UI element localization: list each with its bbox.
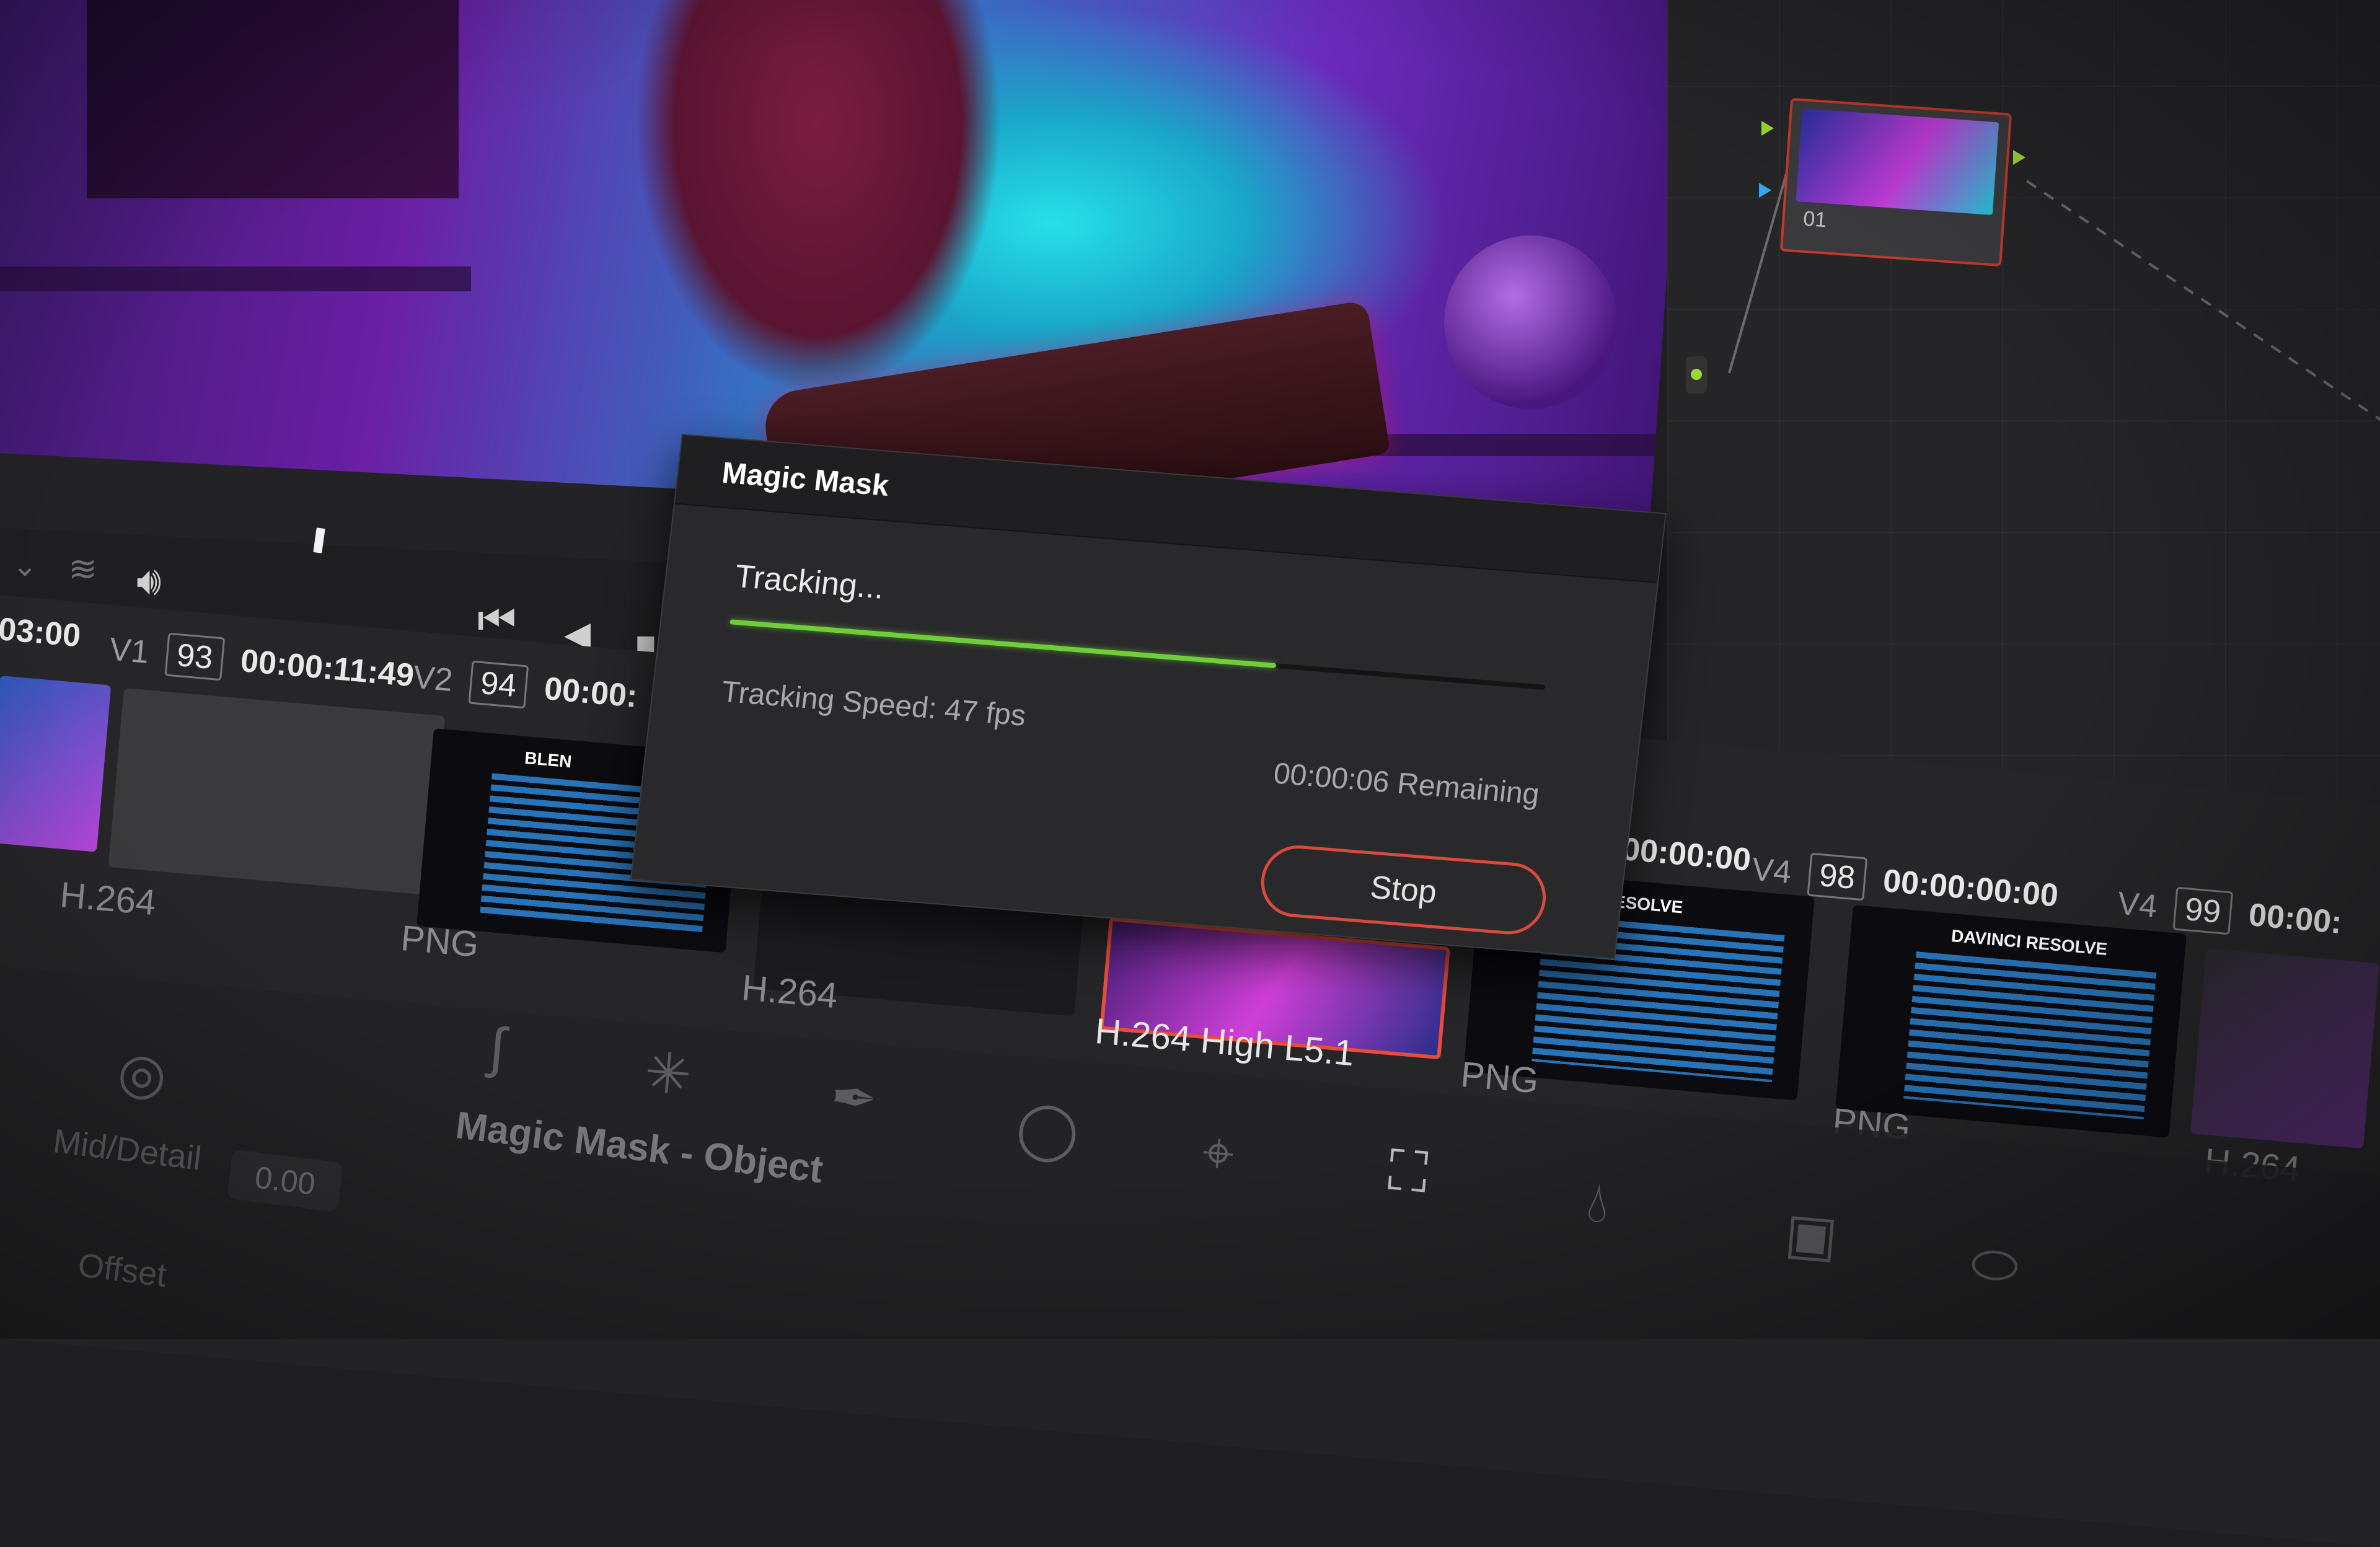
track-label: V1	[108, 631, 151, 671]
neon-sign-image	[87, 0, 459, 198]
node-output-port[interactable]	[2013, 150, 2025, 165]
node-input-port[interactable]	[1759, 183, 1771, 198]
timecode: 03:00	[0, 610, 82, 654]
clip-number: 99	[2172, 886, 2234, 935]
clip-thumbnail[interactable]	[2190, 948, 2379, 1149]
circle-icon[interactable]: ◎	[115, 1039, 169, 1108]
thumbnail-title: BLEN	[524, 748, 573, 772]
serial-node-01[interactable]: 01	[1779, 97, 2012, 267]
track-label: V2	[412, 659, 454, 699]
qualifier-icon[interactable]: ✳	[642, 1039, 694, 1108]
tracking-speed: Tracking Speed: 47 fps	[720, 675, 1028, 733]
magic-mask-progress-dialog: Magic Mask Tracking... Tracking Speed: 4…	[630, 434, 1667, 959]
codec-label: PNG	[399, 917, 481, 965]
clip-number: 98	[1807, 852, 1868, 901]
chevron-down-icon[interactable]: ⌄	[12, 552, 37, 581]
time-remaining: 00:00:06 Remaining	[1272, 757, 1541, 811]
timecode: 00:00:	[2247, 897, 2343, 941]
node-label: 01	[1802, 206, 1828, 232]
node-input-port[interactable]	[1761, 121, 1774, 136]
tracking-progress-bar	[729, 619, 1546, 690]
tracking-progress-fill	[729, 619, 1277, 669]
power-window-icon[interactable]: ◯	[1014, 1095, 1082, 1165]
codec-label: H.264	[58, 874, 158, 923]
tracking-status: Tracking...	[733, 558, 886, 606]
track-label: V4	[1750, 851, 1793, 891]
clip-number: 94	[468, 660, 529, 709]
clip-thumbnail[interactable]	[108, 688, 446, 896]
key-icon[interactable]: ▣	[1783, 1200, 1841, 1269]
timecode: 00:00:	[542, 671, 639, 715]
eyedropper-icon[interactable]: ✒	[828, 1064, 880, 1133]
stop-button[interactable]: Stop	[1257, 842, 1550, 937]
volume-icon[interactable]: 🔊︎	[136, 561, 161, 601]
globe-prop	[1444, 236, 1618, 409]
benchmark-chart-thumbnail	[1903, 951, 2157, 1119]
clip-thumbnail[interactable]	[0, 676, 112, 852]
clip-thumbnail[interactable]: DAVINCI RESOLVE	[1835, 905, 2187, 1138]
node-thumbnail	[1796, 108, 1999, 215]
resolve-color-page: ⌄ ≋ 🔊︎ ⏮ ◀ ■ 01 03:00 V1 93 00:00:11:49 …	[0, 0, 2380, 1547]
tracker-icon[interactable]: ⌖	[1200, 1121, 1237, 1188]
layers-icon[interactable]: ≋	[68, 552, 97, 586]
skip-to-start-icon[interactable]: ⏮	[477, 598, 516, 641]
track-label: V4	[2116, 885, 2159, 925]
clip-header-partial: 03:00	[0, 610, 82, 654]
dialog-title: Magic Mask	[720, 456, 891, 503]
thumbnail-title: DAVINCI RESOLVE	[1950, 925, 2109, 959]
codec-label: PNG	[1459, 1054, 1541, 1101]
sizing-icon[interactable]: ⬭	[1968, 1232, 2022, 1300]
codec-label: H.264	[740, 967, 840, 1016]
clip-number: 93	[164, 632, 226, 681]
node-editor[interactable]	[1667, 0, 2380, 868]
shelf	[0, 267, 471, 291]
magic-mask-icon[interactable]: ⛶	[1386, 1139, 1430, 1206]
node-input-connector[interactable]	[1686, 356, 1707, 394]
